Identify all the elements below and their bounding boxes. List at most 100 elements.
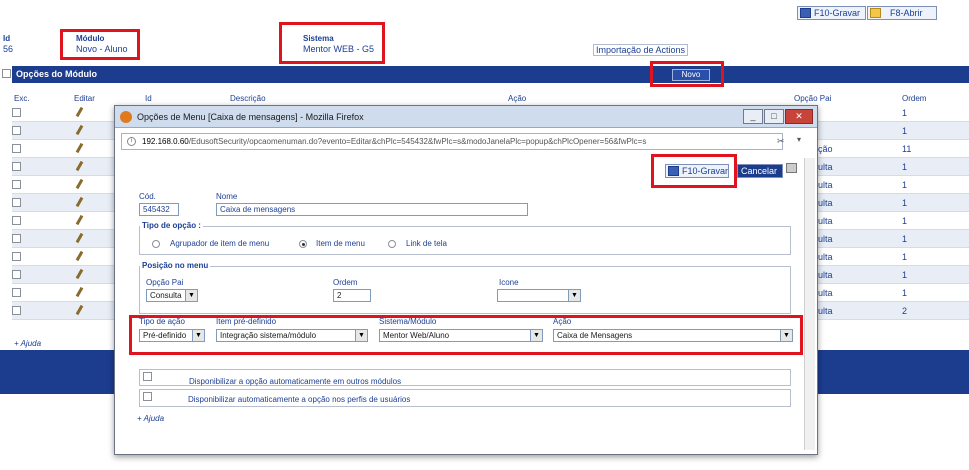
row-ordem: 1 xyxy=(902,108,908,118)
row-ordem: 1 xyxy=(902,252,908,262)
edit-pencil-icon[interactable] xyxy=(75,178,84,190)
row-delete-checkbox[interactable] xyxy=(12,288,21,297)
row-delete-checkbox[interactable] xyxy=(12,306,21,315)
tipo-acao-label: Tipo de ação xyxy=(139,317,185,326)
edit-pencil-icon[interactable] xyxy=(75,304,84,316)
cod-label: Cód. xyxy=(139,192,156,201)
row-ordem: 1 xyxy=(902,162,908,172)
row-opcao-pai: ulta xyxy=(818,162,833,172)
row-ordem: 1 xyxy=(902,180,908,190)
row-ordem: 11 xyxy=(902,144,912,154)
sistema-modulo-label: Sistema/Módulo xyxy=(379,317,437,326)
popup-scrollbar[interactable] xyxy=(804,158,815,450)
popup-window: Opções de Menu [Caixa de mensagens] - Mo… xyxy=(114,105,818,455)
id-label: Id xyxy=(3,34,11,43)
nome-label: Nome xyxy=(216,192,238,201)
ordem-field[interactable]: 2 xyxy=(333,289,371,302)
plugin-icon[interactable]: ✂ xyxy=(777,136,785,147)
opcao-pai-select[interactable]: Consulta ▼ xyxy=(146,289,198,302)
edit-pencil-icon[interactable] xyxy=(75,286,84,298)
row-opcao-pai: ulta xyxy=(818,270,833,280)
edit-pencil-icon[interactable] xyxy=(75,250,84,262)
radio-item-menu[interactable] xyxy=(299,240,307,248)
edit-pencil-icon[interactable] xyxy=(75,142,84,154)
firefox-icon xyxy=(120,111,132,123)
row-delete-checkbox[interactable] xyxy=(12,180,21,189)
check1-label: Disponibilizar a opção automaticamente e… xyxy=(189,377,402,386)
col-opcao-pai: Opção Pai xyxy=(794,94,832,103)
item-predefinido-label: Item pré-definido xyxy=(216,317,277,326)
popup-content: F10-Gravar Cancelar Cód. 545432 Nome Cai… xyxy=(121,154,805,450)
ordem-label: Ordem xyxy=(333,278,358,287)
row-delete-checkbox[interactable] xyxy=(12,108,21,117)
row-ordem: 1 xyxy=(902,216,908,226)
row-opcao-pai: ulta xyxy=(818,288,833,298)
item-predefinido-select[interactable]: Integração sistema/módulo ▼ xyxy=(216,329,368,342)
menu-dropdown-icon[interactable]: ▾ xyxy=(797,135,801,144)
tipo-opcao-legend: Tipo de opção : xyxy=(140,221,203,230)
edit-pencil-icon[interactable] xyxy=(75,124,84,136)
check2-checkbox[interactable] xyxy=(143,392,152,401)
row-delete-checkbox[interactable] xyxy=(12,234,21,243)
chevron-down-icon: ▼ xyxy=(192,330,204,341)
row-delete-checkbox[interactable] xyxy=(12,270,21,279)
minimize-button[interactable]: _ xyxy=(743,109,763,124)
edit-pencil-icon[interactable] xyxy=(75,106,84,118)
chevron-down-icon: ▼ xyxy=(355,330,367,341)
save-icon xyxy=(800,8,811,18)
edit-pencil-icon[interactable] xyxy=(75,268,84,280)
cod-field[interactable]: 545432 xyxy=(139,203,179,216)
row-delete-checkbox[interactable] xyxy=(12,126,21,135)
radio-agrupador[interactable] xyxy=(152,240,160,248)
section-header: Opções do Módulo xyxy=(12,66,969,83)
maximize-button[interactable]: □ xyxy=(764,109,784,124)
posicao-menu-group xyxy=(139,266,791,314)
edit-pencil-icon[interactable] xyxy=(75,160,84,172)
highlight-novo xyxy=(650,61,724,87)
acao-select[interactable]: Caixa de Mensagens ▼ xyxy=(553,329,793,342)
edit-pencil-icon[interactable] xyxy=(75,214,84,226)
select-all-checkbox[interactable] xyxy=(2,69,11,78)
row-delete-checkbox[interactable] xyxy=(12,252,21,261)
acao-label: Ação xyxy=(553,317,572,326)
import-actions-link[interactable]: Importação de Actions xyxy=(593,44,689,56)
row-ordem: 1 xyxy=(902,270,908,280)
close-button[interactable]: ✕ xyxy=(785,109,813,124)
tipo-acao-select[interactable]: Pré-definido ▼ xyxy=(139,329,205,342)
row-ordem: 2 xyxy=(902,306,908,316)
row-opcao-pai: ulta xyxy=(818,180,833,190)
popup-help-link[interactable]: + Ajuda xyxy=(137,414,164,423)
item-predefinido-value: Integração sistema/módulo xyxy=(220,331,317,340)
url-host: 192.168.0.60 xyxy=(142,137,189,146)
help-link[interactable]: + Ajuda xyxy=(14,339,41,348)
row-delete-checkbox[interactable] xyxy=(12,144,21,153)
check1-checkbox[interactable] xyxy=(143,372,152,381)
radio-link-tela[interactable] xyxy=(388,240,396,248)
edit-pencil-icon[interactable] xyxy=(75,196,84,208)
row-delete-checkbox[interactable] xyxy=(12,198,21,207)
info-icon: i xyxy=(127,137,136,146)
col-acao: Ação xyxy=(508,94,527,103)
cancel-button[interactable]: Cancelar xyxy=(737,164,783,178)
chevron-down-icon: ▼ xyxy=(185,290,197,301)
address-bar[interactable]: i 192.168.0.60/EdusoftSecurity/opcaomenu… xyxy=(121,133,783,150)
sistema-modulo-select[interactable]: Mentor Web/Aluno ▼ xyxy=(379,329,543,342)
check2-label: Disponibilizar automaticamente a opção n… xyxy=(188,395,411,404)
icone-select[interactable]: ▼ xyxy=(497,289,581,302)
sistema-modulo-value: Mentor Web/Aluno xyxy=(383,331,450,340)
tipo-acao-value: Pré-definido xyxy=(143,331,187,340)
highlight-sistema xyxy=(279,22,385,64)
nome-field[interactable]: Caixa de mensagens xyxy=(216,203,528,216)
acao-value: Caixa de Mensagens xyxy=(557,331,633,340)
row-delete-checkbox[interactable] xyxy=(12,162,21,171)
chevron-down-icon: ▼ xyxy=(530,330,542,341)
row-delete-checkbox[interactable] xyxy=(12,216,21,225)
col-id: Id xyxy=(145,94,152,103)
col-descricao: Descrição xyxy=(230,94,266,103)
save-button[interactable]: F10-Gravar xyxy=(797,6,866,20)
open-button[interactable]: F8-Abrir xyxy=(867,6,937,20)
edit-pencil-icon[interactable] xyxy=(75,232,84,244)
row-opcao-pai: ção xyxy=(818,144,833,154)
print-icon[interactable] xyxy=(786,163,797,173)
icone-label: Icone xyxy=(499,278,519,287)
